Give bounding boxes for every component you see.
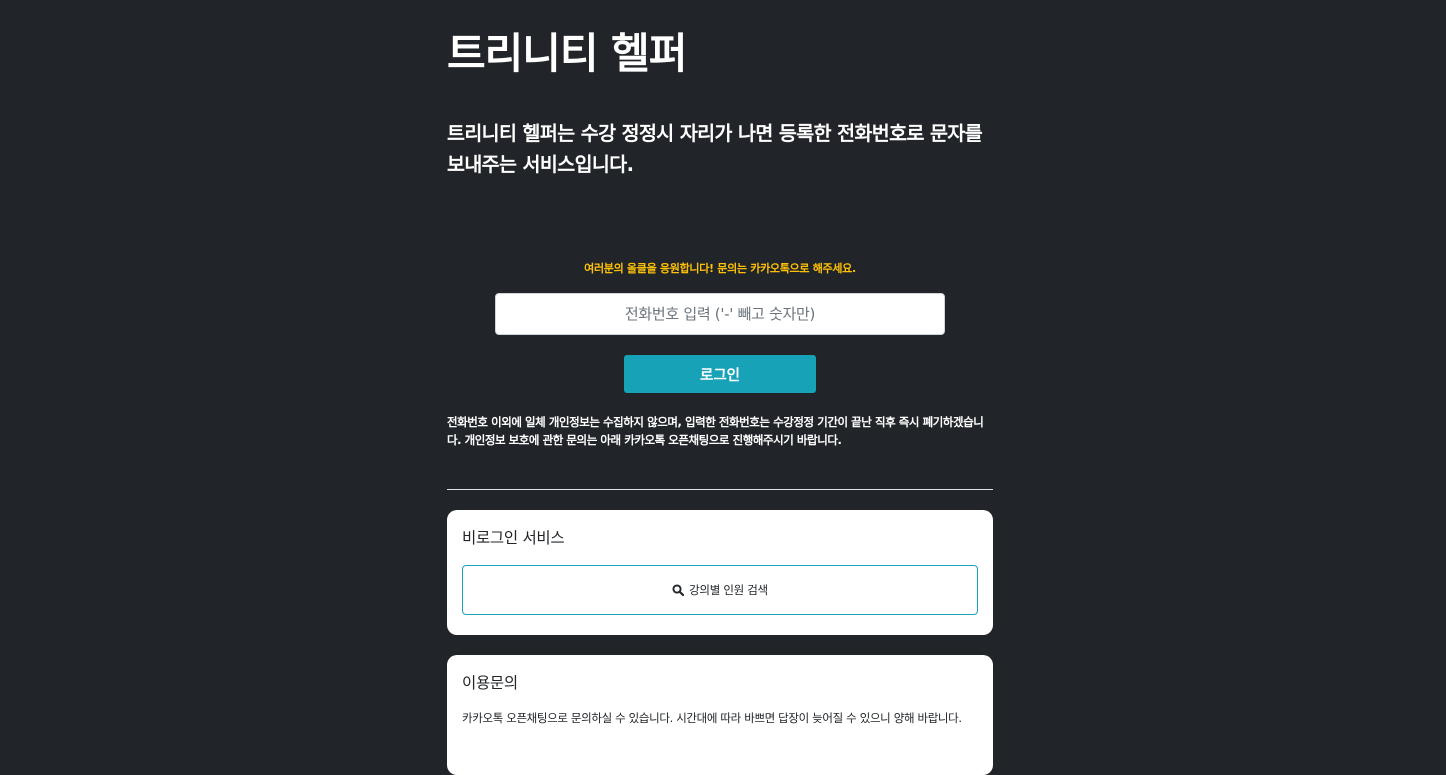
- login-button[interactable]: 로그인: [624, 355, 816, 393]
- support-notice: 여러분의 올클을 응원합니다! 문의는 카카오톡으로 해주세요.: [584, 262, 856, 275]
- course-search-button[interactable]: 강의별 인원 검색: [462, 565, 978, 615]
- contact-title: 이용문의: [462, 674, 518, 692]
- phone-number-input[interactable]: [495, 293, 945, 335]
- contact-card: 이용문의 카카오톡 오픈채팅으로 문의하실 수 있습니다. 시간대에 따라 바쁘…: [447, 655, 993, 775]
- guest-service-card: 비로그인 서비스 강의별 인원 검색: [447, 510, 993, 635]
- page-title: 트리니티 헬퍼: [447, 29, 687, 78]
- course-search-label: 강의별 인원 검색: [689, 583, 768, 597]
- search-icon: [672, 584, 685, 597]
- contact-text: 카카오톡 오픈채팅으로 문의하실 수 있습니다. 시간대에 따라 바쁘면 답장이…: [462, 711, 962, 725]
- service-description: 트리니티 헬퍼는 수강 정정시 자리가 나면 등록한 전화번호로 문자를 보내주…: [447, 122, 983, 176]
- privacy-notice: 전화번호 이외에 일체 개인정보는 수집하지 않으며, 입력한 전화번호는 수강…: [447, 415, 984, 447]
- guest-service-title: 비로그인 서비스: [462, 529, 565, 547]
- section-divider: [447, 489, 993, 490]
